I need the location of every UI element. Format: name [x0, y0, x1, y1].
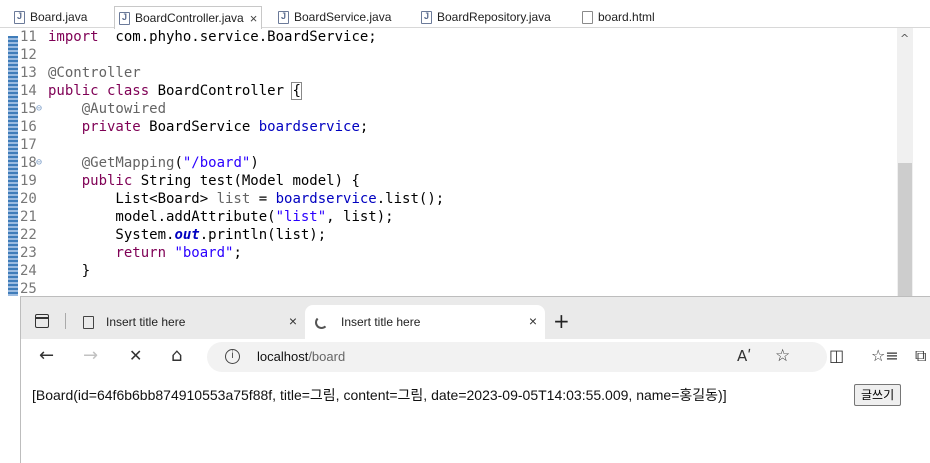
- write-button[interactable]: 글쓰기: [854, 384, 902, 406]
- line-number: 24: [20, 263, 37, 279]
- line-text: @Autowired: [81, 101, 167, 117]
- editor-tab-boardcontroller-java[interactable]: BoardController.java ×: [114, 6, 263, 29]
- line-number: 13: [20, 65, 37, 81]
- page-icon: [83, 315, 94, 329]
- java-file-icon: [278, 10, 289, 24]
- stop-icon[interactable]: ✕: [129, 345, 142, 367]
- browser-tab-strip: Insert title here × Insert title here × …: [21, 297, 930, 339]
- browser-tab-1[interactable]: Insert title here ×: [75, 305, 305, 339]
- line-number: 14: [20, 83, 37, 99]
- home-icon[interactable]: ⌂: [171, 345, 182, 367]
- line-number: 12: [20, 47, 37, 63]
- line-number: 11: [20, 29, 37, 45]
- line-text: @GetMapping("/board"): [81, 155, 259, 171]
- code-line[interactable]: 13 @Controller: [0, 64, 898, 82]
- line-text: public class BoardController {: [48, 82, 302, 100]
- tab-label: Board.java: [30, 10, 88, 24]
- line-text: import com.phyho.service.BoardService;: [48, 29, 377, 45]
- editor-tab-board-java[interactable]: Board.java: [14, 6, 87, 28]
- code-line[interactable]: 24 }: [0, 262, 898, 280]
- line-text: System.out.println(list);: [48, 227, 327, 243]
- tab-actions-icon[interactable]: [35, 314, 49, 328]
- browser-tab-2[interactable]: Insert title here ×: [305, 305, 545, 339]
- new-tab-button[interactable]: +: [553, 309, 570, 333]
- loading-icon: [315, 316, 328, 329]
- code-line[interactable]: 20 List<Board> list = boardservice.list(…: [0, 190, 898, 208]
- code-line[interactable]: 22 System.out.println(list);: [0, 226, 898, 244]
- code-line[interactable]: 11 import com.phyho.service.BoardService;: [0, 28, 898, 46]
- code-line[interactable]: 18 ⊖ @GetMapping("/board"): [0, 154, 898, 172]
- line-number: 16: [20, 119, 37, 135]
- info-icon[interactable]: i: [225, 349, 240, 364]
- line-number: 19: [20, 173, 37, 189]
- browser-window: Insert title here × Insert title here × …: [20, 296, 930, 463]
- tab-label: BoardService.java: [294, 10, 392, 24]
- favorites-icon[interactable]: ☆≡: [871, 346, 899, 365]
- code-line[interactable]: 21 model.addAttribute("list", list);: [0, 208, 898, 226]
- editor-scrollbar[interactable]: ^: [897, 28, 913, 298]
- line-number: 20: [20, 191, 37, 207]
- java-file-icon: [119, 11, 130, 25]
- url-host: localhost: [257, 349, 309, 364]
- editor-tab-bar: Board.java BoardController.java × BoardS…: [0, 6, 930, 29]
- tab-label: BoardController.java: [135, 11, 244, 25]
- tab-label: board.html: [598, 10, 655, 24]
- tab-label: BoardRepository.java: [437, 10, 551, 24]
- line-number: 21: [20, 209, 37, 225]
- close-icon[interactable]: ×: [250, 11, 258, 26]
- code-line[interactable]: 14 public class BoardController {: [0, 82, 898, 100]
- close-icon[interactable]: ×: [529, 313, 537, 329]
- collections-icon[interactable]: ⧉: [915, 346, 926, 366]
- fold-icon[interactable]: ⊖: [36, 154, 42, 172]
- code-area[interactable]: 11 import com.phyho.service.BoardService;…: [0, 28, 898, 298]
- java-file-icon: [14, 10, 25, 24]
- tab-separator: [65, 313, 66, 329]
- code-line[interactable]: 19 public String test(Model model) {: [0, 172, 898, 190]
- code-line[interactable]: 23 return "board";: [0, 244, 898, 262]
- split-screen-icon[interactable]: ◫: [829, 346, 844, 365]
- line-number: 17: [20, 137, 37, 153]
- code-line[interactable]: 12: [0, 46, 898, 64]
- url-text[interactable]: localhost/board: [257, 349, 345, 364]
- editor-tab-boardrepository-java[interactable]: BoardRepository.java: [421, 6, 551, 28]
- code-line[interactable]: 16 private BoardService boardservice;: [0, 118, 898, 136]
- editor-tab-board-html[interactable]: board.html: [582, 6, 655, 28]
- line-text: return "board";: [115, 245, 242, 261]
- code-line[interactable]: 15 ⊖ @Autowired: [0, 100, 898, 118]
- chevron-up-icon[interactable]: ^: [900, 32, 909, 45]
- forward-icon[interactable]: →: [83, 345, 98, 367]
- line-number: 23: [20, 245, 37, 261]
- line-text: private BoardService boardservice;: [81, 119, 369, 135]
- tab-title: Insert title here: [106, 315, 186, 329]
- tab-title: Insert title here: [341, 315, 421, 329]
- close-icon[interactable]: ×: [289, 313, 297, 329]
- board-list-output: [Board(id=64f6b6bb874910553a75f88f, titl…: [32, 387, 727, 403]
- html-file-icon: [582, 10, 593, 24]
- address-bar[interactable]: i localhost/board Aʹ ☆: [207, 342, 827, 372]
- editor-tab-boardservice-java[interactable]: BoardService.java: [278, 6, 391, 28]
- url-path: /board: [308, 349, 346, 364]
- navigation-bar: ← → ✕ ⌂ i localhost/board Aʹ ☆ ◫ ☆≡ ⧉: [21, 339, 930, 375]
- java-file-icon: [421, 10, 432, 24]
- line-text: model.addAttribute("list", list);: [48, 209, 394, 225]
- read-aloud-icon[interactable]: Aʹ: [737, 347, 751, 365]
- line-text: public String test(Model model) {: [81, 173, 360, 189]
- line-text: }: [48, 263, 91, 279]
- scrollbar-thumb[interactable]: [898, 163, 912, 298]
- favorite-star-icon[interactable]: ☆: [775, 346, 790, 366]
- line-number: 22: [20, 227, 37, 243]
- line-text: @Controller: [48, 65, 141, 81]
- back-icon[interactable]: ←: [39, 345, 54, 367]
- page-content: [Board(id=64f6b6bb874910553a75f88f, titl…: [21, 375, 930, 463]
- fold-icon[interactable]: ⊖: [36, 100, 42, 118]
- line-text: List<Board> list = boardservice.list();: [48, 191, 445, 207]
- code-line[interactable]: 17: [0, 136, 898, 154]
